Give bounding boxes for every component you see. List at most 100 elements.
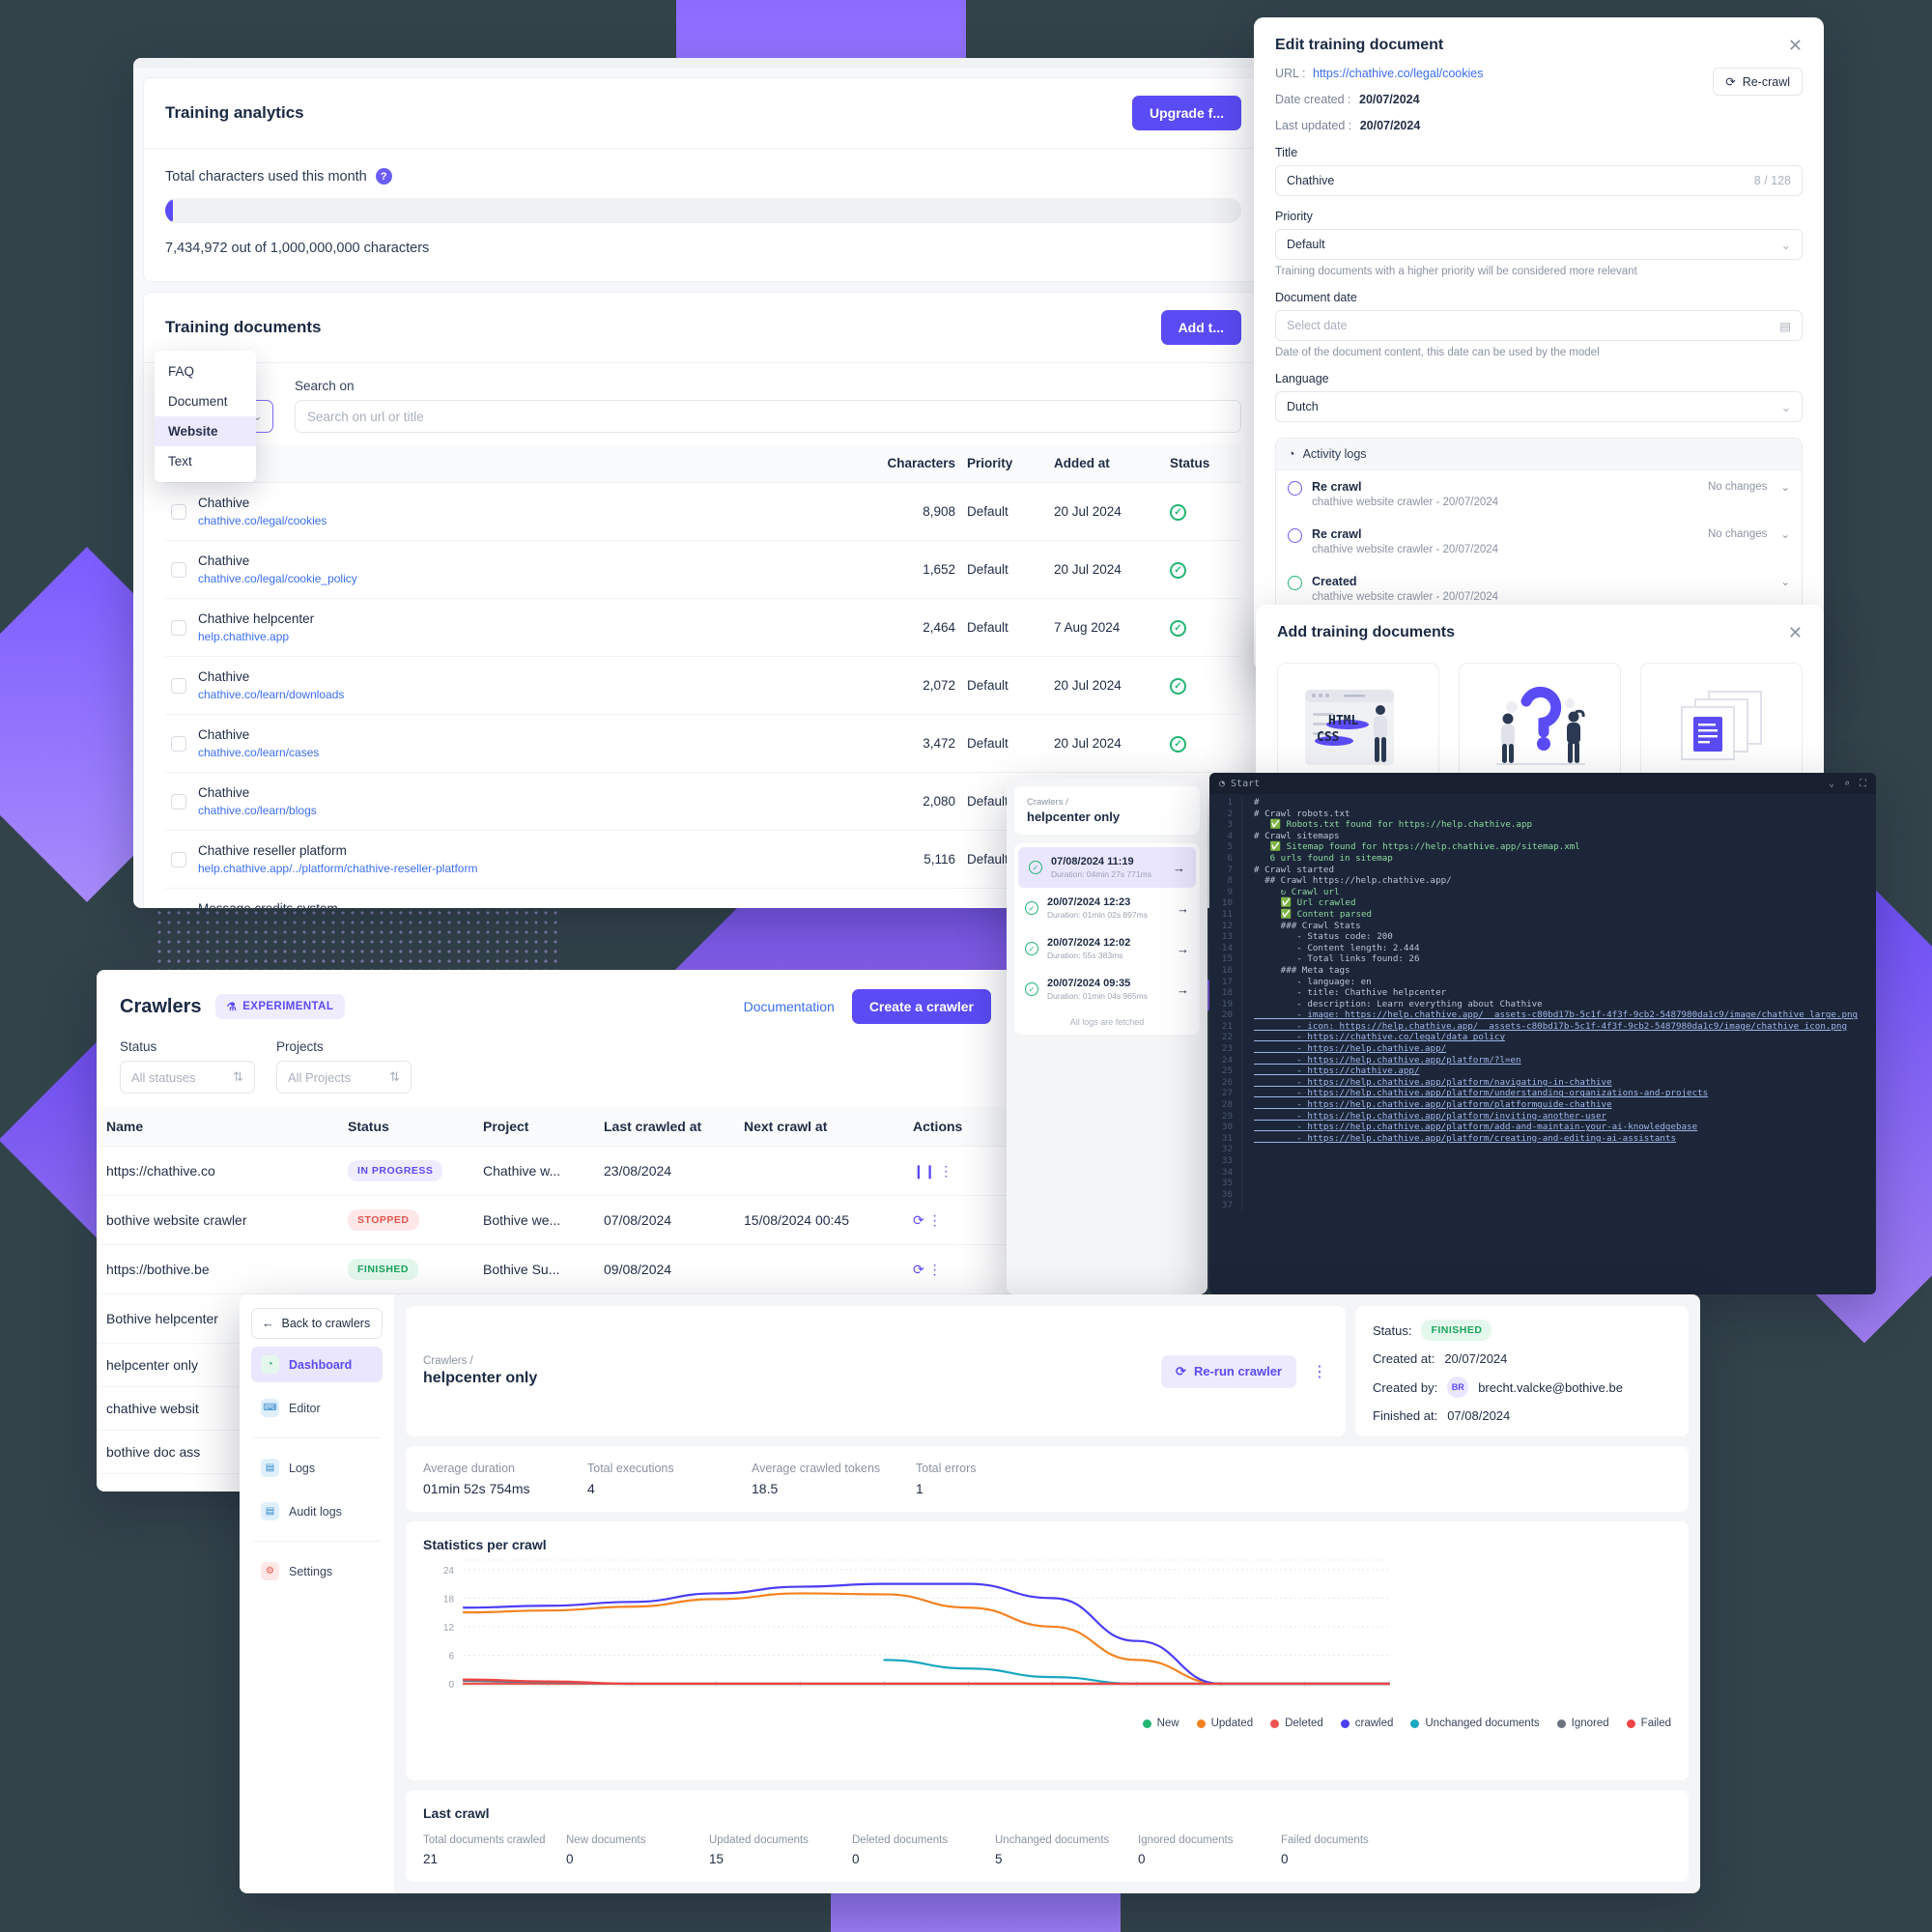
svg-text:HTML: HTML <box>1328 714 1358 728</box>
row-checkbox[interactable] <box>171 619 186 636</box>
list-item[interactable]: ✓ 20/07/2024 12:02 Duration: 55s 383ms → <box>1014 928 1200 969</box>
row-checkbox[interactable] <box>171 677 186 694</box>
calendar-icon[interactable]: ▤ <box>1779 319 1791 333</box>
activity-log-row[interactable]: Re crawl chathive website crawler - 20/07… <box>1276 518 1802 565</box>
legend-label: Deleted <box>1285 1718 1323 1729</box>
sidebar-item-audit-logs[interactable]: ▤ Audit logs <box>251 1493 383 1529</box>
document-characters: 2,080 <box>874 772 961 831</box>
chevron-down-icon[interactable]: ⌄ <box>1780 527 1790 541</box>
list-item[interactable]: ✓ 07/08/2024 11:19 Duration: 04min 27s 771… <box>1018 847 1196 888</box>
title-input[interactable]: Chathive 8 / 128 <box>1275 165 1803 196</box>
terminal-line: # Crawl robots.txt <box>1254 808 1350 819</box>
projects-select[interactable]: All Projects ⇅ <box>276 1061 412 1094</box>
arrow-right-icon[interactable]: → <box>1173 861 1185 875</box>
priority-select[interactable]: Default ⌄ <box>1275 229 1803 260</box>
documentation-link[interactable]: Documentation <box>744 999 835 1014</box>
table-row[interactable]: Chathive chathive.co/learn/downloads 2,072… <box>165 656 1241 715</box>
more-vertical-icon[interactable]: ⋮ <box>1312 1362 1328 1381</box>
row-checkbox[interactable] <box>171 851 186 867</box>
sidebar-item-editor[interactable]: ⌨ Editor <box>251 1390 383 1426</box>
terminal-body: 1 2 3 4 5 6 7 8 9 10 11 12 13 14 15 16 17 18 19 20 21 22 23 24 2… <box>1209 794 1876 1211</box>
legend-item[interactable]: Failed <box>1626 1718 1671 1729</box>
activity-log-row[interactable]: Re crawl chathive website crawler - 20/07… <box>1276 470 1802 518</box>
legend-item[interactable]: Updated <box>1196 1718 1253 1729</box>
table-row[interactable]: Chathive chathive.co/learn/cases 3,472 Defa… <box>165 714 1241 773</box>
search-input[interactable]: Search on url or title <box>295 400 1241 433</box>
pause-icon[interactable]: ❙❙ <box>913 1163 935 1179</box>
col-project: Project <box>473 1107 594 1147</box>
document-url[interactable]: chathive.co/learn/cases <box>198 746 868 759</box>
sidebar-item-dashboard[interactable]: ◔ Dashboard <box>251 1347 383 1382</box>
document-date-input[interactable]: Select date ▤ <box>1275 310 1803 341</box>
sidebar-item-label: Settings <box>289 1564 333 1578</box>
recrawl-button[interactable]: ⟳ Re-crawl <box>1713 68 1803 96</box>
chevron-down-icon[interactable]: ⌄ <box>1780 480 1790 494</box>
dropdown-option-document[interactable]: Document <box>155 386 256 416</box>
document-url-link[interactable]: https://chathive.co/legal/cookies <box>1313 67 1484 80</box>
document-url[interactable]: help.chathive.app/../platform/chathive-r… <box>198 862 868 875</box>
document-url[interactable]: help.chathive.app <box>198 630 868 643</box>
legend-item[interactable]: Deleted <box>1270 1718 1323 1729</box>
legend-item[interactable]: Unchanged documents <box>1410 1718 1540 1729</box>
arrow-right-icon[interactable]: → <box>1177 942 1189 956</box>
row-checkbox[interactable] <box>171 735 186 752</box>
type-dropdown-menu[interactable]: FAQ Document Website Text <box>155 351 256 482</box>
dropdown-option-text[interactable]: Text <box>155 446 256 476</box>
add-training-document-button[interactable]: Add t... <box>1160 310 1241 345</box>
arrow-right-icon[interactable]: → <box>1177 982 1189 997</box>
document-url[interactable]: chathive.co/legal/cookie_policy <box>198 572 868 585</box>
terminal-line: ✅ Content parsed <box>1254 908 1373 920</box>
back-to-crawlers-button[interactable]: ← Back to crawlers <box>251 1308 383 1339</box>
status-select[interactable]: All statuses ⇅ <box>120 1061 255 1094</box>
document-url[interactable]: chathive.co/learn/downloads <box>198 688 868 701</box>
title-input-value: Chathive <box>1287 174 1335 187</box>
table-row[interactable]: Chathive helpcenter help.chathive.app 2,46… <box>165 598 1241 657</box>
minimize-icon[interactable]: ⌄ <box>1829 779 1834 789</box>
document-date-placeholder: Select date <box>1287 319 1348 332</box>
create-crawler-button[interactable]: Create a crawler <box>851 989 991 1024</box>
dropdown-option-website[interactable]: Website <box>155 416 256 446</box>
terminal-line: ✅ Sitemap found for https://help.chathiv… <box>1254 841 1580 853</box>
expand-icon[interactable]: ⛶ <box>1860 779 1866 789</box>
finished-at-label: Finished at: <box>1373 1408 1438 1423</box>
terminal-line: ✅ Url crawled <box>1254 897 1356 909</box>
table-row[interactable]: https://chathive.co IN PROGRESS Chathive w… <box>97 1146 1014 1196</box>
question-icon[interactable]: ? <box>375 168 392 185</box>
row-checkbox[interactable] <box>171 561 186 578</box>
document-url[interactable]: chathive.co/legal/cookies <box>198 514 868 527</box>
table-row[interactable]: Chathive chathive.co/legal/cookies 8,908 De… <box>165 482 1241 541</box>
logs-breadcrumb-card: Crawlers / helpcenter only <box>1014 786 1200 835</box>
sidebar-item-logs[interactable]: ▤ Logs <box>251 1450 383 1486</box>
table-row[interactable]: https://bothive.be FINISHED Bothive Su... 0… <box>97 1244 1014 1294</box>
close-icon[interactable]: ✕ <box>1788 624 1803 641</box>
upgrade-button[interactable]: Upgrade f... <box>1131 96 1241 130</box>
chevron-down-icon[interactable]: ⌄ <box>1780 575 1790 588</box>
list-item[interactable]: ✓ 20/07/2024 09:35 Duration: 01min 04s 965… <box>1014 969 1200 1009</box>
list-item[interactable]: ✓ 20/07/2024 12:23 Duration: 01min 02s 897… <box>1014 888 1200 928</box>
search-icon[interactable]: ⌕ <box>1844 779 1850 789</box>
arrow-right-icon[interactable]: → <box>1177 901 1189 916</box>
crawler-name: https://bothive.be <box>97 1244 338 1294</box>
table-row[interactable]: Chathive chathive.co/legal/cookie_policy 1… <box>165 540 1241 599</box>
legend-item[interactable]: crawled <box>1340 1718 1393 1729</box>
terminal-line: - https://help.chathive.app/platform/inv… <box>1254 1110 1607 1122</box>
legend-item[interactable]: Ignored <box>1556 1718 1609 1729</box>
terminal-tab-label[interactable]: Start <box>1231 779 1260 789</box>
document-url[interactable]: chathive.co/learn/blogs <box>198 804 868 817</box>
terminal-line: - title: Chathive helpcenter <box>1254 987 1447 999</box>
rerun-crawler-button[interactable]: ⟳ Re-run crawler <box>1161 1354 1296 1388</box>
table-row[interactable]: bothive website crawler STOPPED Bothive we… <box>97 1195 1014 1245</box>
legend-item[interactable]: New <box>1142 1718 1179 1729</box>
row-checkbox[interactable] <box>171 793 186 810</box>
more-vertical-icon[interactable]: ⋮ <box>939 1163 953 1179</box>
row-checkbox[interactable] <box>171 503 186 520</box>
document-date-hint: Date of the document content, this date … <box>1275 347 1600 358</box>
close-icon[interactable]: ✕ <box>1788 37 1803 54</box>
more-vertical-icon[interactable]: ⋮ <box>928 1212 943 1228</box>
refresh-icon[interactable]: ⟳ <box>913 1212 924 1228</box>
refresh-icon[interactable]: ⟳ <box>913 1262 924 1277</box>
sidebar-item-settings[interactable]: ⚙ Settings <box>251 1553 383 1589</box>
more-vertical-icon[interactable]: ⋮ <box>928 1262 943 1277</box>
language-select[interactable]: Dutch ⌄ <box>1275 391 1803 422</box>
dropdown-option-faq[interactable]: FAQ <box>155 356 256 386</box>
